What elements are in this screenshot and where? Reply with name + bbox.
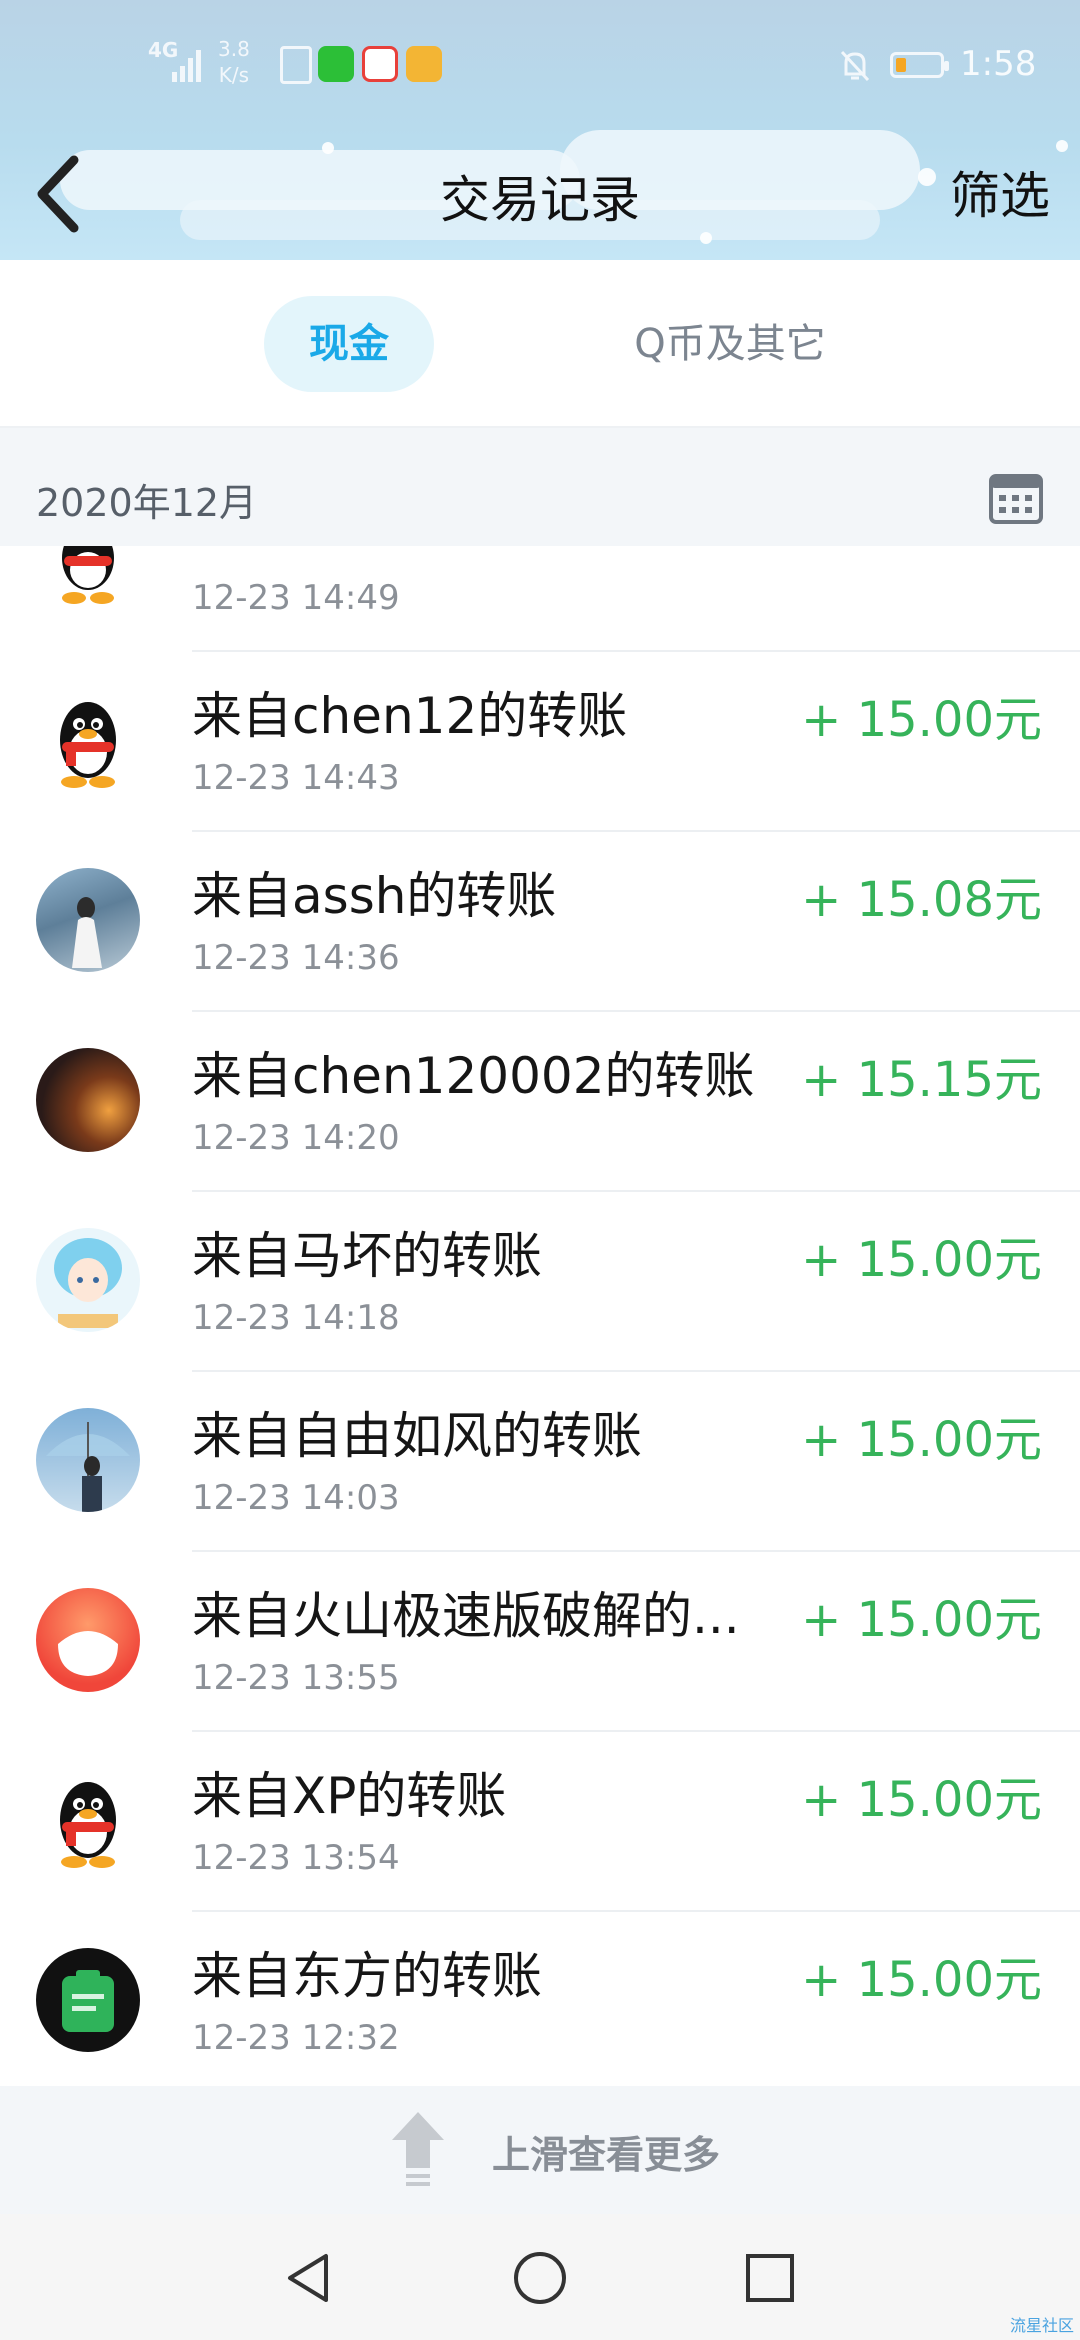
- transaction-time: 12-23 14:49: [192, 578, 400, 618]
- system-navigation-bar: 流星社区: [0, 2214, 1080, 2340]
- user-photo-avatar: [36, 1408, 140, 1512]
- transaction-row[interactable]: 来自火山极速版破解的... 12-23 13:55 + 15.00元: [0, 1552, 1080, 1732]
- transaction-title: 来自chen12的转账: [192, 687, 628, 745]
- page-title: 交易记录: [440, 171, 640, 229]
- document-icon: [280, 46, 312, 84]
- qq-penguin-avatar: [36, 688, 140, 792]
- transaction-amount: + 15.00元: [801, 1592, 1042, 1648]
- transaction-row[interactable]: 来自assh的转账 12-23 14:36 + 15.08元: [0, 832, 1080, 1012]
- transaction-row[interactable]: 来自XP的转账 12-23 13:54 + 15.00元: [0, 1732, 1080, 1912]
- cup-app-icon: [406, 46, 442, 82]
- green-clipboard-avatar: [36, 1948, 140, 2052]
- speed-unit: K/s: [218, 63, 250, 87]
- volcano-app-avatar: [36, 1588, 140, 1692]
- watermark: 流星社区: [1009, 2316, 1074, 2335]
- transaction-time: 12-23 14:18: [192, 1298, 400, 1338]
- month-label: 2020年12月: [36, 481, 258, 525]
- transaction-time: 12-23 14:20: [192, 1118, 400, 1158]
- transaction-title: 来自assh的转账: [192, 867, 557, 925]
- transaction-time: 12-23 13:54: [192, 1838, 400, 1878]
- mute-bell-icon: [840, 50, 870, 82]
- transaction-row[interactable]: 来自chen12的转账 12-23 14:43 + 15.00元: [0, 652, 1080, 832]
- user-photo-avatar: [36, 868, 140, 972]
- signal-icon: [172, 50, 201, 82]
- clock: 1:58: [960, 44, 1037, 84]
- filter-button[interactable]: 筛选: [950, 156, 1050, 228]
- transaction-time: 12-23 12:32: [192, 2018, 400, 2058]
- swipe-up-arrow-icon: [392, 2112, 444, 2186]
- transaction-row[interactable]: 来自chen120002的转账 12-23 14:20 + 15.15元: [0, 1012, 1080, 1192]
- video-app-icon: [362, 46, 398, 82]
- transaction-title: 来自自由如风的转账: [192, 1407, 642, 1465]
- load-more-label: 上滑查看更多: [492, 2133, 721, 2177]
- tab-qcoin-other[interactable]: Q币及其它: [620, 296, 840, 392]
- speed-value: 3.8: [218, 37, 250, 61]
- header-background: 4G 3.8 K/s 1:58 交易记录 筛选: [0, 0, 1080, 260]
- user-photo-avatar: [36, 1048, 140, 1152]
- navigation-bar: 交易记录 筛选: [0, 130, 1080, 260]
- back-triangle-icon[interactable]: [282, 2250, 338, 2306]
- qq-penguin-avatar: [36, 1768, 140, 1872]
- transaction-time: 12-23 13:55: [192, 1658, 400, 1698]
- status-bar: 4G 3.8 K/s 1:58: [0, 0, 1080, 130]
- qq-penguin-avatar: [36, 546, 140, 612]
- network-speed: 3.8 K/s: [218, 36, 250, 88]
- transaction-amount: + 15.00元: [801, 1412, 1042, 1468]
- recent-apps-square-icon[interactable]: [742, 2250, 798, 2306]
- transaction-title: 来自XP的转账: [192, 1767, 507, 1825]
- home-circle-icon[interactable]: [512, 2250, 568, 2306]
- transaction-amount: + 15.00元: [801, 692, 1042, 748]
- transaction-time: 12-23 14:43: [192, 758, 400, 798]
- transaction-time: 12-23 14:36: [192, 938, 400, 978]
- anime-girl-avatar: [36, 1228, 140, 1332]
- transaction-title: 来自火山极速版破解的...: [192, 1587, 740, 1645]
- transaction-row[interactable]: 来自马坏的转账 12-23 14:18 + 15.00元: [0, 1192, 1080, 1372]
- load-more-bar[interactable]: 上滑查看更多: [0, 2086, 1080, 2214]
- transaction-title: 来自chen120002的转账: [192, 1047, 755, 1105]
- transaction-row[interactable]: 12-23 14:49: [0, 546, 1080, 652]
- battery-icon: [890, 52, 949, 78]
- transaction-row[interactable]: 来自东方的转账 12-23 12:32 + 15.00元: [0, 1912, 1080, 2086]
- transaction-amount: + 15.08元: [801, 872, 1042, 928]
- transaction-title: 来自东方的转账: [192, 1947, 542, 2005]
- tab-bar: 现金 Q币及其它: [0, 260, 1080, 428]
- transaction-amount: + 15.00元: [801, 1952, 1042, 2008]
- iqiyi-icon: [318, 46, 354, 82]
- transaction-amount: + 15.15元: [801, 1052, 1042, 1108]
- transaction-amount: + 15.00元: [801, 1232, 1042, 1288]
- transaction-row[interactable]: 来自自由如风的转账 12-23 14:03 + 15.00元: [0, 1372, 1080, 1552]
- transaction-time: 12-23 14:03: [192, 1478, 400, 1518]
- transaction-title: 来自马坏的转账: [192, 1227, 542, 1285]
- tab-cash[interactable]: 现金: [264, 296, 434, 392]
- month-header: 2020年12月: [0, 428, 1080, 546]
- calendar-icon[interactable]: [988, 470, 1044, 526]
- transaction-list: 12-23 14:49 来自chen12的转账 12-23 14:43 + 15…: [0, 546, 1080, 2086]
- transaction-amount: + 15.00元: [801, 1772, 1042, 1828]
